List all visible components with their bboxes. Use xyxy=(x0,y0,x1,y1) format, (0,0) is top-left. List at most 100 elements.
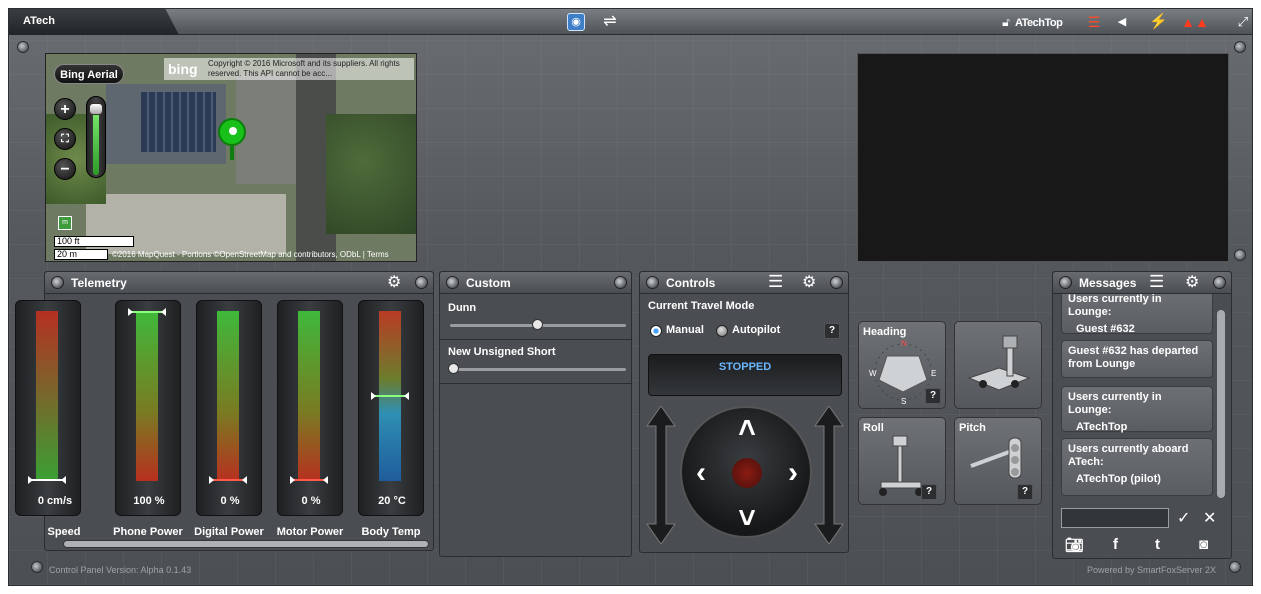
app-window: ATech ◉ ⇌ 🔓︎ ATechTop ☰ ◀ ⚡ ▲▲ ⤢ Bing Ae… xyxy=(8,8,1253,586)
gear-icon[interactable]: ⚙ xyxy=(387,274,401,292)
gauge-marker xyxy=(209,476,247,484)
controls-header: Controls ☰ ⚙ xyxy=(640,272,848,294)
telemetry-scrollbar[interactable] xyxy=(63,540,429,548)
compass-s: S xyxy=(901,397,906,406)
help-button[interactable]: ? xyxy=(824,323,840,339)
gauge-label: Speed xyxy=(47,526,81,538)
roll-indicator: Roll ? xyxy=(858,417,946,505)
map-trees xyxy=(326,114,416,234)
zoom-slider[interactable] xyxy=(86,96,106,178)
menu-icon[interactable]: ☰ xyxy=(1149,273,1164,291)
telemetry-panel: Telemetry ⚙ 0 cm/s Speed 100 % Phone Pow… xyxy=(15,271,434,551)
help-button[interactable]: ? xyxy=(921,484,937,500)
gauge-marker xyxy=(128,308,166,316)
map-marker-icon[interactable]: m xyxy=(58,216,72,230)
map-view[interactable]: Bing Aerial bing Copyright © 2016 Micros… xyxy=(45,53,417,262)
twitter-icon[interactable]: t xyxy=(1155,536,1160,553)
fit-view-button[interactable]: ⛶ xyxy=(54,128,76,150)
instagram-icon[interactable]: ◙ xyxy=(1199,536,1208,553)
map-type-button[interactable]: Bing Aerial xyxy=(54,64,124,84)
message-item: Users currently aboard ATech: ATechTop (… xyxy=(1061,438,1213,496)
zoom-slider-handle[interactable] xyxy=(89,103,103,115)
messages-header: Messages ☰ ⚙ xyxy=(1053,272,1231,294)
zoom-slider-fill xyxy=(93,111,99,175)
gauge-value: 20 °C xyxy=(378,495,406,507)
zoom-out-button[interactable]: − xyxy=(54,158,76,180)
telemetry-title: Telemetry xyxy=(71,276,127,290)
messages-title: Messages xyxy=(1079,276,1137,290)
powered-by-label: Powered by SmartFoxServer 2X xyxy=(1087,565,1217,575)
screw xyxy=(446,276,459,289)
help-button[interactable]: ? xyxy=(1017,484,1033,500)
gauge-bar xyxy=(136,311,158,481)
send-check-icon[interactable]: ✓ xyxy=(1177,508,1190,528)
swap-icon[interactable]: ⇌ xyxy=(599,12,621,32)
travel-mode-label: Current Travel Mode xyxy=(648,300,755,312)
autopilot-radio-label[interactable]: Autopilot xyxy=(732,324,780,336)
social-bar: 📷︎ f t ◙ xyxy=(1061,536,1225,556)
map-copyright: Copyright © 2016 Microsoft and its suppl… xyxy=(208,59,400,78)
gauge-bar-fill xyxy=(36,311,58,479)
gauge-digital-power: 0 % xyxy=(196,300,262,516)
compass-n: N xyxy=(901,339,907,348)
zoom-in-button[interactable]: + xyxy=(54,98,76,120)
menu-icon[interactable]: ☰ xyxy=(768,273,783,291)
slider-label: Dunn xyxy=(448,302,477,314)
robot-icon[interactable]: ▲▲ xyxy=(1181,12,1209,32)
message-list[interactable]: Users currently in Lounge: Guest #632 Gu… xyxy=(1053,294,1231,502)
facebook-icon[interactable]: f xyxy=(1113,536,1118,553)
user-label[interactable]: ATechTop xyxy=(1015,17,1063,29)
gauge-marker xyxy=(371,392,409,400)
camera-view[interactable] xyxy=(857,53,1229,262)
slider-track[interactable] xyxy=(450,368,626,371)
left-throttle[interactable] xyxy=(646,406,676,544)
map-solar-panels xyxy=(141,92,216,152)
screw xyxy=(51,276,64,289)
down-arrow-icon[interactable]: ˅ xyxy=(732,504,762,534)
camera-icon[interactable]: 📷︎ xyxy=(1065,536,1084,554)
gauge-motor-power: 0 % xyxy=(277,300,343,516)
brand-name: ATech xyxy=(23,15,55,27)
slider-handle[interactable] xyxy=(532,319,543,330)
pitch-label: Pitch xyxy=(959,422,986,434)
gauge-label: Body Temp xyxy=(361,526,421,538)
screw xyxy=(1213,276,1226,289)
robot-3d-view xyxy=(954,321,1042,409)
gear-icon[interactable]: ⚙ xyxy=(1185,274,1199,292)
location-pin-icon[interactable] xyxy=(218,118,246,146)
bing-wordmark: bing xyxy=(168,61,198,77)
layers-icon[interactable]: ☰ xyxy=(1085,12,1103,32)
left-arrow-icon[interactable]: ‹ xyxy=(686,458,716,488)
right-throttle[interactable] xyxy=(814,406,844,544)
compass-w: W xyxy=(869,369,877,378)
clear-close-icon[interactable]: ✕ xyxy=(1203,508,1216,528)
gauge-value: 0 cm/s xyxy=(37,495,73,507)
message-header: Users currently in Lounge: xyxy=(1068,391,1162,416)
message-input[interactable] xyxy=(1061,508,1169,528)
manual-radio[interactable] xyxy=(650,325,662,337)
autopilot-radio[interactable] xyxy=(716,325,728,337)
message-header: Users currently aboard ATech: xyxy=(1068,443,1189,468)
custom-header: Custom xyxy=(440,272,631,294)
expand-icon[interactable]: ⤢ xyxy=(1235,12,1251,32)
up-arrow-icon[interactable]: ˄ xyxy=(732,414,762,444)
status-button[interactable]: STOPPED xyxy=(648,354,842,396)
power-icon[interactable]: ⚡ xyxy=(1149,12,1168,32)
back-icon[interactable]: ◀ xyxy=(1115,12,1129,32)
nav-target-icon[interactable]: ◉ xyxy=(567,13,585,31)
manual-radio-label[interactable]: Manual xyxy=(666,324,704,336)
slider-label: New Unsigned Short xyxy=(448,346,556,358)
gear-icon[interactable]: ⚙ xyxy=(802,274,816,292)
messages-scrollbar[interactable] xyxy=(1217,310,1225,498)
message-item: Users currently in Lounge: Guest #632 xyxy=(1061,294,1213,335)
right-arrow-icon[interactable]: › xyxy=(778,458,808,488)
scale-bar-feet: 100 ft xyxy=(54,236,134,247)
scale-bar-meters: 20 m xyxy=(54,249,108,260)
message-item: Users currently in Lounge: ATechTop xyxy=(1061,386,1213,433)
stop-button[interactable] xyxy=(732,458,762,488)
custom-slider-row: Dunn xyxy=(440,296,631,340)
slider-handle[interactable] xyxy=(448,363,459,374)
direction-pad[interactable]: ˄ ˅ ‹ › xyxy=(680,406,812,538)
help-button[interactable]: ? xyxy=(925,388,941,404)
lock-icon[interactable]: 🔓︎ xyxy=(999,12,1013,32)
